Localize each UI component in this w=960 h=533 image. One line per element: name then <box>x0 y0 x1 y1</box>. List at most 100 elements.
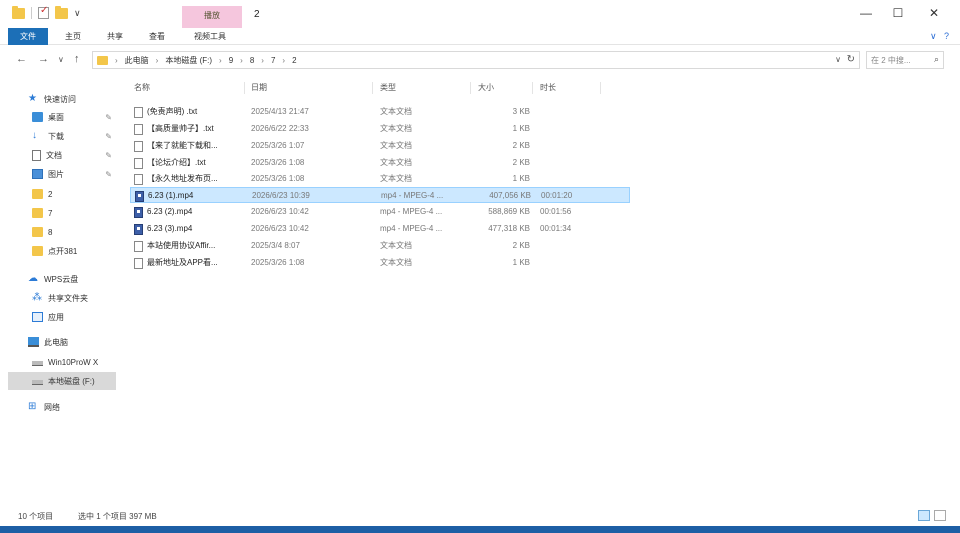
breadcrumb-7[interactable]: 7 <box>271 56 275 65</box>
nav-item-documents[interactable]: 文档 ✎ <box>0 146 118 164</box>
help-icon[interactable]: ? <box>944 31 949 41</box>
details-view-icon[interactable] <box>918 510 930 521</box>
nav-item-downloads[interactable]: ↓ 下载 ✎ <box>0 127 118 145</box>
forward-button[interactable]: → <box>38 53 49 65</box>
maximize-button[interactable]: ☐ <box>888 6 908 20</box>
column-divider[interactable] <box>600 82 601 94</box>
nav-item-folder-7[interactable]: 7 <box>0 204 118 222</box>
close-button[interactable]: ✕ <box>924 6 944 20</box>
pin-icon[interactable]: ✎ <box>105 170 112 179</box>
nav-item-this-pc[interactable]: 此电脑 <box>0 333 118 351</box>
pin-icon[interactable]: ✎ <box>105 113 112 122</box>
taskbar-edge <box>0 526 960 533</box>
file-row-selected[interactable]: 6.23 (1).mp4 2026/6/23 10:39 mp4 - MPEG-… <box>130 187 630 203</box>
pin-icon[interactable]: ✎ <box>105 132 112 141</box>
nav-item-folder-381[interactable]: 点开381 <box>0 242 118 260</box>
nav-item-desktop[interactable]: 桌面 ✎ <box>0 108 118 126</box>
pin-icon[interactable]: ✎ <box>105 151 112 160</box>
nav-item-label: 2 <box>48 189 53 199</box>
chevron-right-icon[interactable]: › <box>156 56 159 65</box>
column-divider[interactable] <box>532 82 533 94</box>
window-title: 2 <box>254 9 260 20</box>
file-row[interactable]: 【永久地址发布页... 2025/3/26 1:08 文本文档 1 KB <box>130 171 630 187</box>
nav-item-local-disk-f[interactable]: 本地磁盘 (F:) <box>8 372 116 390</box>
file-row[interactable]: 【来了就能下载和... 2025/3/26 1:07 文本文档 2 KB <box>130 138 630 154</box>
expand-ribbon-icon[interactable]: ∨ <box>930 31 937 42</box>
column-divider[interactable] <box>470 82 471 94</box>
column-divider[interactable] <box>372 82 373 94</box>
nav-item-label: 图片 <box>48 169 64 179</box>
customize-dropdown-icon[interactable]: ∨ <box>74 8 81 19</box>
file-date: 2026/6/23 10:39 <box>252 191 310 200</box>
chevron-right-icon[interactable]: › <box>115 56 118 65</box>
nav-item-label: WPS云盘 <box>44 274 79 284</box>
file-date: 2025/4/13 21:47 <box>251 107 309 116</box>
drive-icon <box>32 361 43 366</box>
chevron-right-icon[interactable]: › <box>261 56 264 65</box>
file-row[interactable]: (免责声明) .txt 2025/4/13 21:47 文本文档 3 KB <box>130 104 630 120</box>
recent-locations-button[interactable]: ∨ <box>58 55 64 64</box>
breadcrumb-drive-f[interactable]: 本地磁盘 (F:) <box>165 55 212 66</box>
nav-item-network[interactable]: ⊞ 网络 <box>0 398 118 416</box>
nav-item-shared-folder[interactable]: ⁂ 共享文件夹 <box>0 289 118 307</box>
chevron-right-icon[interactable]: › <box>282 56 285 65</box>
breadcrumb-2[interactable]: 2 <box>292 56 296 65</box>
chevron-right-icon[interactable]: › <box>219 56 222 65</box>
column-header-size[interactable]: 大小 <box>478 80 494 96</box>
context-tab-play[interactable]: 播放 <box>182 6 242 28</box>
tab-view[interactable]: 查看 <box>142 28 172 45</box>
file-row[interactable]: 【论坛介绍】.txt 2025/3/26 1:08 文本文档 2 KB <box>130 155 630 171</box>
file-row[interactable]: 最新地址及APP看... 2025/3/26 1:08 文本文档 1 KB <box>130 255 630 271</box>
file-size: 2 KB <box>512 141 530 150</box>
folder-icon <box>32 208 43 218</box>
nav-item-label: 共享文件夹 <box>48 293 88 303</box>
column-divider[interactable] <box>244 82 245 94</box>
breadcrumb-9[interactable]: 9 <box>229 56 233 65</box>
file-size: 3 KB <box>512 107 530 116</box>
column-header-date[interactable]: 日期 <box>251 80 267 96</box>
up-button[interactable]: ↑ <box>74 53 80 65</box>
tab-file[interactable]: 文件 <box>8 28 48 45</box>
file-name: 【永久地址发布页... <box>147 174 218 183</box>
new-folder-icon[interactable] <box>55 5 68 19</box>
column-header-name[interactable]: 名称 <box>134 80 150 96</box>
address-dropdown-icon[interactable]: ∨ <box>835 55 841 64</box>
nav-item-label: 下载 <box>48 131 64 141</box>
desktop-icon <box>32 112 43 122</box>
nav-item-label: 应用 <box>48 312 64 322</box>
chevron-right-icon[interactable]: › <box>240 56 243 65</box>
back-button[interactable]: ← <box>16 53 27 65</box>
nav-item-pictures[interactable]: 图片 ✎ <box>0 165 118 183</box>
file-row[interactable]: 本站使用协议Affir... 2025/3/4 8:07 文本文档 2 KB <box>130 238 630 254</box>
file-row[interactable]: 【高质量帅子】.txt 2026/6/22 22:33 文本文档 1 KB <box>130 121 630 137</box>
refresh-icon[interactable]: ↻ <box>847 54 855 65</box>
file-name: 【论坛介绍】.txt <box>147 158 206 167</box>
nav-item-apps[interactable]: 应用 <box>0 308 118 326</box>
file-date: 2025/3/26 1:07 <box>251 141 305 150</box>
drive-icon <box>32 380 43 385</box>
properties-icon[interactable] <box>38 5 49 19</box>
file-date: 2026/6/23 10:42 <box>251 224 309 233</box>
column-header-type[interactable]: 类型 <box>380 80 396 96</box>
minimize-button[interactable]: — <box>856 6 876 20</box>
column-header-duration[interactable]: 时长 <box>540 80 556 96</box>
search-input[interactable]: 在 2 中搜... ⌕ <box>866 51 944 69</box>
nav-item-wps-cloud[interactable]: ☁ WPS云盘 <box>0 270 118 288</box>
file-name: 本站使用协议Affir... <box>147 241 216 250</box>
tab-video-tools[interactable]: 视频工具 <box>180 28 240 45</box>
file-row[interactable]: 6.23 (3).mp4 2026/6/23 10:42 mp4 - MPEG-… <box>130 221 630 237</box>
breadcrumb-8[interactable]: 8 <box>250 56 254 65</box>
address-bar[interactable]: › 此电脑 › 本地磁盘 (F:) › 9 › 8 › 7 › 2 ∨ ↻ <box>92 51 860 69</box>
nav-item-folder-8[interactable]: 8 <box>0 223 118 241</box>
navigation-bar: ← → ∨ ↑ › 此电脑 › 本地磁盘 (F:) › 9 › 8 › 7 › … <box>0 49 960 71</box>
file-row[interactable]: 6.23 (2).mp4 2026/6/23 10:42 mp4 - MPEG-… <box>130 204 630 220</box>
tab-share[interactable]: 共享 <box>100 28 130 45</box>
nav-item-quick-access[interactable]: ★ 快速访问 <box>0 90 118 108</box>
nav-item-label: 点开381 <box>48 246 78 256</box>
breadcrumb-this-pc[interactable]: 此电脑 <box>125 55 149 66</box>
tab-home[interactable]: 主页 <box>58 28 88 45</box>
large-icons-view-icon[interactable] <box>934 510 946 521</box>
nav-item-system-drive[interactable]: Win10ProW X <box>0 353 118 371</box>
nav-item-folder-2[interactable]: 2 <box>0 185 118 203</box>
nav-item-label: 本地磁盘 (F:) <box>48 376 95 386</box>
